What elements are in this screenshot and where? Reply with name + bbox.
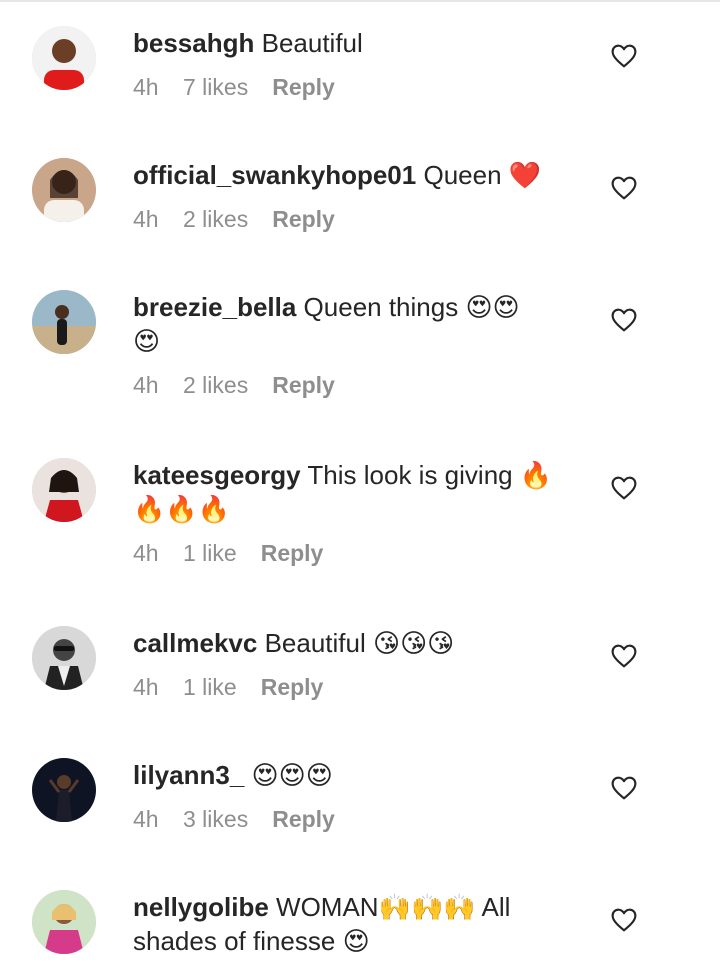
reply-button[interactable]: Reply — [261, 540, 324, 567]
comment-meta: 4h 2 likes Reply — [133, 372, 578, 399]
reply-button[interactable]: Reply — [272, 206, 335, 233]
comment-likes[interactable]: 7 likes — [183, 74, 248, 101]
comment-username[interactable]: breezie_bella — [133, 292, 296, 322]
heart-icon[interactable] — [611, 176, 637, 200]
comment-text: official_swankyhope01 Queen ❤️ — [133, 158, 578, 192]
comment-body: 😍😍😍 — [251, 760, 333, 790]
comment-time: 4h — [133, 806, 159, 832]
comment-body: This look is giving 🔥 — [307, 460, 553, 490]
comment-time: 4h — [133, 74, 159, 100]
avatar[interactable] — [32, 758, 96, 822]
comment-body-line2: 🔥🔥🔥 — [133, 494, 231, 524]
comment-likes[interactable]: 2 likes — [183, 372, 248, 399]
comment-body: Beautiful 😘😘😘 — [264, 628, 455, 658]
comment-body: Beautiful — [261, 28, 363, 58]
comment-username[interactable]: callmekvc — [133, 628, 257, 658]
comment-body-line2: 😍 — [133, 326, 161, 356]
comment-likes[interactable]: 3 likes — [183, 806, 248, 833]
comment-text: breezie_bella Queen things 😍😍 😍 — [133, 290, 578, 358]
comment-text: kateesgeorgy This look is giving 🔥 🔥🔥🔥 — [133, 458, 578, 526]
comment-meta: 4h 1 like Reply — [133, 540, 578, 567]
avatar[interactable] — [32, 626, 96, 690]
reply-button[interactable]: Reply — [272, 372, 335, 399]
comment-body: WOMAN🙌🙌🙌 All — [276, 892, 511, 922]
comment-meta: 4h 2 likes Reply — [133, 206, 578, 233]
comment-body: Queen ❤️ — [423, 160, 542, 190]
avatar[interactable] — [32, 890, 96, 954]
avatar[interactable] — [32, 158, 96, 222]
heart-icon[interactable] — [611, 476, 637, 500]
comment-meta: 4h 3 likes Reply — [133, 806, 578, 833]
comment-text: lilyann3_ 😍😍😍 — [133, 758, 578, 792]
avatar[interactable] — [32, 26, 96, 90]
comment-likes[interactable]: 1 like — [183, 540, 237, 567]
heart-icon[interactable] — [611, 776, 637, 800]
comment-username[interactable]: kateesgeorgy — [133, 460, 301, 490]
comment-time: 4h — [133, 540, 159, 566]
comment-text: nellygolibe WOMAN🙌🙌🙌 All shades of finess… — [133, 890, 578, 958]
comment-body-line2: shades of finesse 😍 — [133, 926, 370, 956]
heart-icon[interactable] — [611, 308, 637, 332]
comment-time: 4h — [133, 674, 159, 700]
comment-meta: 4h 7 likes Reply — [133, 74, 578, 101]
heart-icon[interactable] — [611, 644, 637, 668]
avatar[interactable] — [32, 290, 96, 354]
reply-button[interactable]: Reply — [272, 74, 335, 101]
heart-icon[interactable] — [611, 44, 637, 68]
comment-username[interactable]: official_swankyhope01 — [133, 160, 416, 190]
comment-body: Queen things 😍😍 — [303, 292, 520, 322]
comment-likes[interactable]: 1 like — [183, 674, 237, 701]
comment-username[interactable]: lilyann3_ — [133, 760, 244, 790]
comment-likes[interactable]: 2 likes — [183, 206, 248, 233]
comment-time: 4h — [133, 372, 159, 398]
comment-text: bessahgh Beautiful — [133, 26, 578, 60]
reply-button[interactable]: Reply — [261, 674, 324, 701]
comment-meta: 4h 1 like Reply — [133, 674, 578, 701]
comment-username[interactable]: bessahgh — [133, 28, 254, 58]
heart-icon[interactable] — [611, 908, 637, 932]
top-divider — [0, 0, 720, 2]
avatar[interactable] — [32, 458, 96, 522]
comment-text: callmekvc Beautiful 😘😘😘 — [133, 626, 578, 660]
reply-button[interactable]: Reply — [272, 806, 335, 833]
comment-time: 4h — [133, 206, 159, 232]
comment-username[interactable]: nellygolibe — [133, 892, 269, 922]
